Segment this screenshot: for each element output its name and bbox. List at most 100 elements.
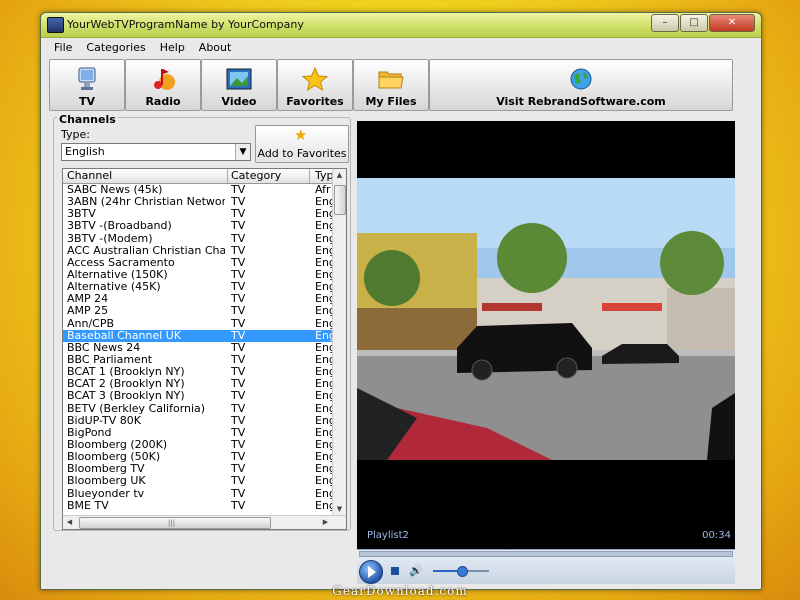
maximize-button[interactable]: □ bbox=[680, 14, 708, 32]
vertical-scroll-thumb[interactable] bbox=[334, 185, 346, 215]
column-channel[interactable]: Channel bbox=[63, 169, 228, 183]
channel-name: 3BTV bbox=[67, 208, 96, 221]
channel-row[interactable]: Bloomberg (200K) TV Eng bbox=[63, 439, 332, 451]
radio-button[interactable]: Radio bbox=[125, 59, 201, 111]
minimize-button[interactable]: – bbox=[651, 14, 679, 32]
channel-row[interactable]: 3BTV TV Eng bbox=[63, 208, 332, 220]
menu-categories[interactable]: Categories bbox=[79, 39, 152, 57]
channel-name: BBC Parliament bbox=[67, 353, 153, 366]
stop-button[interactable] bbox=[391, 567, 399, 575]
channel-type: Eng bbox=[315, 305, 332, 318]
channel-row[interactable]: Alternative (150K) TV Eng bbox=[63, 269, 332, 281]
menu-bar: File Categories Help About bbox=[47, 39, 238, 57]
channel-row[interactable]: AMP 25 TV Eng bbox=[63, 305, 332, 317]
favorites-label: Favorites bbox=[286, 95, 344, 108]
menu-about[interactable]: About bbox=[192, 39, 239, 57]
channel-name: AMP 24 bbox=[67, 293, 109, 306]
channel-category: TV bbox=[231, 208, 246, 221]
channel-type: Eng bbox=[315, 220, 332, 233]
visit-website-button[interactable]: Visit RebrandSoftware.com bbox=[429, 59, 733, 111]
menu-file[interactable]: File bbox=[47, 39, 79, 57]
channel-category: TV bbox=[231, 281, 246, 294]
add-to-favorites-button[interactable]: ★ Add to Favorites bbox=[255, 125, 349, 163]
channel-row[interactable]: Access Sacramento TV Eng bbox=[63, 257, 332, 269]
channel-row[interactable]: Bloomberg UK TV Eng bbox=[63, 475, 332, 487]
channel-row[interactable]: Blueyonder tv TV Eng bbox=[63, 488, 332, 500]
horizontal-scrollbar[interactable]: ◀ ||| ▶ bbox=[63, 515, 346, 529]
channel-row[interactable]: BCAT 1 (Brooklyn NY) TV Eng bbox=[63, 366, 332, 378]
channel-row[interactable]: 3BTV -(Broadband) TV Eng bbox=[63, 220, 332, 232]
channel-type: Eng bbox=[315, 232, 332, 245]
channel-list[interactable]: Channel Category Typ SABC News (45k) TV Af… bbox=[62, 168, 347, 530]
channel-row[interactable]: BCAT 3 (Brooklyn NY) TV Eng bbox=[63, 390, 332, 402]
channel-category: TV bbox=[231, 268, 246, 281]
channel-name: 3BTV -(Broadband) bbox=[67, 220, 172, 233]
channel-category: TV bbox=[231, 184, 246, 196]
channel-type: Eng bbox=[315, 196, 332, 209]
channel-row[interactable]: BBC News 24 TV Eng bbox=[63, 342, 332, 354]
type-label: Type: bbox=[61, 128, 90, 141]
scroll-down-icon[interactable]: ▼ bbox=[333, 503, 346, 515]
volume-knob[interactable] bbox=[457, 566, 468, 577]
channel-name: ACC Australian Christian Cha... bbox=[67, 244, 225, 257]
channel-category: TV bbox=[231, 487, 246, 500]
channel-type: Eng bbox=[315, 414, 332, 427]
channel-row[interactable]: BigPond TV Eng bbox=[63, 427, 332, 439]
channel-category: TV bbox=[231, 293, 246, 306]
playback-time: 00:34 bbox=[702, 530, 731, 541]
chevron-down-icon[interactable]: ▼ bbox=[235, 144, 250, 160]
channel-row[interactable]: BidUP-TV 80K TV Eng bbox=[63, 415, 332, 427]
channel-name: Baseball Channel UK bbox=[67, 329, 182, 342]
channel-row[interactable]: SABC News (45k) TV Afr bbox=[63, 184, 332, 196]
video-player[interactable]: Playlist2 00:34 bbox=[357, 121, 735, 549]
play-button[interactable] bbox=[359, 560, 383, 584]
scroll-right-icon[interactable]: ▶ bbox=[319, 516, 332, 529]
channel-type: Eng bbox=[315, 426, 332, 439]
channel-type: Eng bbox=[315, 317, 332, 330]
channel-name: Bloomberg (50K) bbox=[67, 451, 161, 464]
channel-type: Eng bbox=[315, 463, 332, 476]
channel-row[interactable]: Baseball Channel UK TV Eng bbox=[63, 329, 332, 342]
volume-icon[interactable]: 🔊 bbox=[409, 564, 423, 577]
seek-bar[interactable] bbox=[359, 551, 733, 557]
video-button[interactable]: Video bbox=[201, 59, 277, 111]
channel-category: TV bbox=[231, 256, 246, 269]
menu-help[interactable]: Help bbox=[153, 39, 192, 57]
channel-row[interactable]: BETV (Berkley California) TV Eng bbox=[63, 403, 332, 415]
channel-row[interactable]: Bloomberg (50K) TV Eng bbox=[63, 451, 332, 463]
channel-name: Access Sacramento bbox=[67, 256, 175, 269]
channel-row[interactable]: 3ABN (24hr Christian Network) TV Eng bbox=[63, 196, 332, 208]
channel-row[interactable]: AMP 24 TV Eng bbox=[63, 293, 332, 305]
channel-row[interactable]: Ann/CPB TV Eng bbox=[63, 318, 332, 330]
scroll-up-icon[interactable]: ▲ bbox=[333, 169, 346, 181]
column-type[interactable]: Typ bbox=[311, 169, 334, 183]
channel-category: TV bbox=[231, 426, 246, 439]
favorites-button[interactable]: Favorites bbox=[277, 59, 353, 111]
channel-row[interactable]: Alternative (45K) TV Eng bbox=[63, 281, 332, 293]
type-dropdown[interactable]: English ▼ bbox=[61, 143, 251, 161]
window-title: YourWebTVProgramName by YourCompany bbox=[67, 18, 304, 31]
channel-name: BCAT 2 (Brooklyn NY) bbox=[67, 378, 185, 391]
channel-category: TV bbox=[231, 305, 246, 318]
channel-row[interactable]: Bloomberg TV TV Eng bbox=[63, 463, 332, 475]
scroll-left-icon[interactable]: ◀ bbox=[63, 516, 76, 529]
video-frame bbox=[357, 178, 735, 460]
tv-button[interactable]: TV bbox=[49, 59, 125, 111]
volume-slider[interactable] bbox=[433, 566, 489, 577]
channel-row[interactable]: 3BTV -(Modem) TV Eng bbox=[63, 233, 332, 245]
channel-category: TV bbox=[231, 244, 246, 257]
channel-row[interactable]: BCAT 2 (Brooklyn NY) TV Eng bbox=[63, 378, 332, 390]
list-header: Channel Category Typ bbox=[63, 169, 334, 184]
my-files-button[interactable]: My Files bbox=[353, 59, 429, 111]
vertical-scrollbar[interactable]: ▲ ▼ bbox=[332, 169, 346, 515]
channel-name: BCAT 3 (Brooklyn NY) bbox=[67, 390, 185, 403]
horizontal-scroll-thumb[interactable]: ||| bbox=[79, 517, 271, 529]
tv-icon bbox=[78, 67, 96, 90]
channel-type: Eng bbox=[315, 244, 332, 257]
title-bar[interactable]: YourWebTVProgramName by YourCompany – □ … bbox=[41, 13, 761, 38]
channel-row[interactable]: BME TV TV Eng bbox=[63, 500, 332, 512]
channel-row[interactable]: BBC Parliament TV Eng bbox=[63, 354, 332, 366]
channel-row[interactable]: ACC Australian Christian Cha... TV Eng bbox=[63, 245, 332, 257]
close-button[interactable]: ✕ bbox=[709, 14, 755, 32]
column-category[interactable]: Category bbox=[227, 169, 310, 183]
